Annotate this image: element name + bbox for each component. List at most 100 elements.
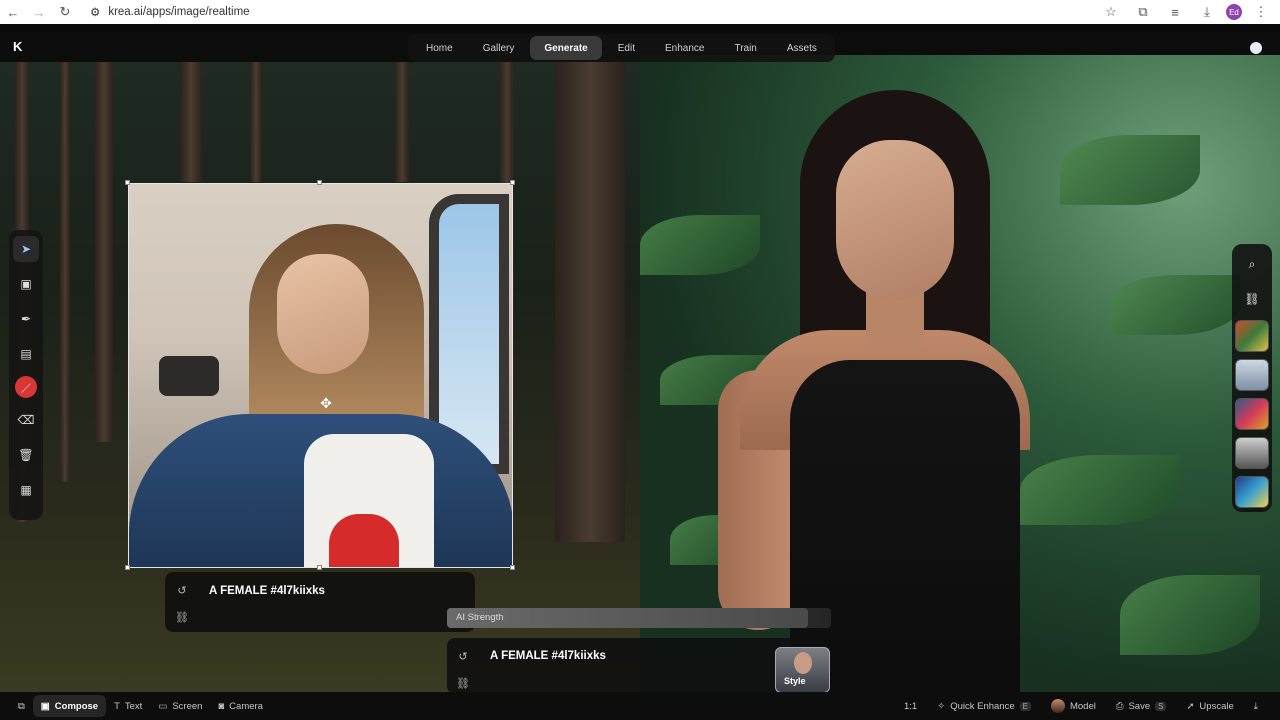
browser-menu-icon[interactable]: ⋮ — [1248, 0, 1274, 24]
text-icon: T — [114, 700, 120, 712]
profile-avatar[interactable]: Ed — [1226, 4, 1242, 20]
source-image-selected[interactable] — [128, 183, 513, 568]
right-toolbar: ⌕ ⛓ — [1232, 244, 1272, 512]
save-label: Save — [1128, 700, 1151, 712]
camera-label: Camera — [229, 700, 263, 712]
shapes-tool-icon[interactable]: ▣ — [13, 271, 39, 297]
leaf — [1110, 275, 1240, 335]
nav-generate[interactable]: Generate — [530, 36, 602, 60]
tree-trunk — [250, 62, 262, 182]
quick-enhance-label: Quick Enhance — [950, 700, 1015, 712]
style-face — [794, 652, 812, 674]
pen-tool-icon[interactable]: ✒ — [13, 306, 39, 332]
resize-handle-bottom[interactable] — [317, 565, 322, 570]
save-button[interactable]: ⎙ Save S — [1108, 695, 1175, 717]
nav-enhance[interactable]: Enhance — [651, 36, 718, 60]
leaf — [1060, 135, 1200, 205]
url-text: krea.ai/apps/image/realtime — [108, 6, 250, 18]
brush-color-icon[interactable]: ／ — [15, 376, 37, 398]
text-tab[interactable]: T Text — [106, 695, 150, 717]
camera-icon: ◙ — [218, 700, 225, 712]
camera-tab[interactable]: ◙ Camera — [210, 695, 271, 717]
browser-toolbar: ← → ↻ ⚙ krea.ai/apps/image/realtime ☆ ⧉ … — [0, 0, 1280, 24]
quick-enhance-button[interactable]: ✧ Quick Enhance E — [929, 695, 1039, 717]
select-tool-icon[interactable]: ➤ — [13, 236, 39, 262]
source-prompt-text[interactable]: A FEMALE #4l7kiixks — [209, 585, 325, 597]
screen-icon: ▭ — [158, 700, 168, 712]
upscale-label: Upscale — [1199, 700, 1234, 712]
style-thumbnail[interactable] — [1235, 359, 1269, 391]
search-icon[interactable]: ⌕ — [1238, 250, 1266, 278]
extensions-icon[interactable]: ⧉ — [1130, 0, 1156, 24]
style-thumbnail[interactable] — [1235, 398, 1269, 430]
nav-home[interactable]: Home — [412, 36, 467, 60]
address-bar[interactable]: ⚙ krea.ai/apps/image/realtime — [90, 0, 250, 24]
source-face — [277, 254, 369, 374]
screen-label: Screen — [172, 700, 203, 712]
style-thumbnail[interactable] — [1235, 320, 1269, 352]
left-toolbar: ➤ ▣ ✒ ▤ ／ ⌫ 🗑 ▦ — [9, 230, 43, 520]
nav-train[interactable]: Train — [720, 36, 770, 60]
link-icon[interactable]: ⛓ — [455, 675, 471, 691]
background-tool-icon[interactable]: ▦ — [13, 477, 39, 503]
source-shirt-print — [329, 514, 399, 567]
ai-strength-slider[interactable]: AI Strength — [447, 608, 831, 628]
reload-icon[interactable]: ↻ — [52, 0, 78, 24]
resize-handle-bottom-left[interactable] — [125, 565, 130, 570]
main-nav: Home Gallery Generate Edit Enhance Train… — [408, 34, 835, 62]
text-label: Text — [124, 700, 143, 712]
source-prompt-panel: ↺ ⛓ A FEMALE #4l7kiixks — [165, 572, 475, 632]
back-icon[interactable]: ← — [0, 0, 26, 24]
download-icon[interactable]: ⤓ — [1246, 695, 1266, 717]
compose-tab[interactable]: ▣ Compose — [32, 695, 107, 717]
image-tool-icon[interactable]: ▤ — [13, 341, 39, 367]
resize-handle-top[interactable] — [317, 180, 322, 185]
portrait-face — [836, 140, 954, 300]
bookmark-star-icon[interactable]: ☆ — [1098, 0, 1124, 24]
style-thumbnail[interactable] — [1235, 437, 1269, 469]
style-label: Style — [784, 676, 806, 686]
app-top-bar — [0, 24, 1280, 32]
aspect-ratio-button[interactable]: 1:1 — [896, 695, 925, 717]
screen-tab[interactable]: ▭ Screen — [150, 695, 210, 717]
download-icon[interactable]: ⤓ — [1194, 0, 1220, 24]
browser-actions: ☆ ⧉ ≡ ⤓ Ed ⋮ — [1098, 0, 1274, 24]
main-prompt-input[interactable]: A FEMALE #4l7kiixks — [490, 650, 606, 662]
sparkle-icon: ✧ — [937, 700, 946, 712]
krea-logo[interactable]: K — [13, 40, 25, 54]
nav-edit[interactable]: Edit — [604, 36, 649, 60]
quick-enhance-shortcut: E — [1019, 701, 1031, 711]
tree-trunk — [555, 62, 625, 542]
compose-icon: ▣ — [40, 700, 50, 712]
reset-icon[interactable]: ↺ — [455, 648, 471, 664]
upscale-button[interactable]: ➚ Upscale — [1178, 695, 1241, 717]
forward-icon[interactable]: → — [26, 0, 52, 24]
layers-icon[interactable]: ⧉ — [10, 695, 33, 717]
trash-icon[interactable]: 🗑 — [13, 442, 39, 468]
tree-trunk — [60, 62, 70, 482]
tree-trunk — [95, 62, 113, 442]
reading-list-icon[interactable]: ≡ — [1162, 0, 1188, 24]
resize-handle-top-right[interactable] — [510, 180, 515, 185]
car-seat — [159, 356, 219, 396]
leaf — [1020, 455, 1180, 525]
model-button[interactable]: Model — [1043, 695, 1104, 717]
resize-handle-top-left[interactable] — [125, 180, 130, 185]
compose-label: Compose — [54, 700, 99, 712]
main-prompt-panel: ↺ ⛓ A FEMALE #4l7kiixks — [447, 638, 831, 694]
nav-assets[interactable]: Assets — [773, 36, 831, 60]
tree-trunk — [180, 62, 202, 182]
style-reference-card[interactable]: Style — [775, 647, 830, 693]
upscale-icon: ➚ — [1186, 700, 1195, 712]
style-thumbnail[interactable] — [1235, 476, 1269, 508]
link-icon[interactable]: ⛓ — [1238, 285, 1266, 313]
resize-handle-bottom-right[interactable] — [510, 565, 515, 570]
reset-icon[interactable]: ↺ — [174, 582, 190, 598]
site-settings-icon[interactable]: ⚙ — [90, 5, 100, 19]
link-icon[interactable]: ⛓ — [174, 609, 190, 625]
user-avatar[interactable] — [1250, 42, 1262, 54]
move-cursor-icon[interactable]: ✥ — [319, 396, 333, 410]
save-icon: ⎙ — [1115, 700, 1124, 712]
nav-gallery[interactable]: Gallery — [469, 36, 529, 60]
eraser-tool-icon[interactable]: ⌫ — [13, 407, 39, 433]
